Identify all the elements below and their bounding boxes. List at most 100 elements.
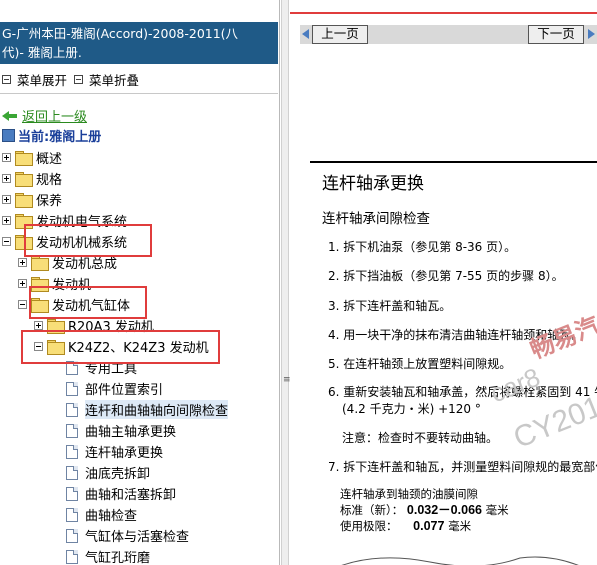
step-7: 7. 拆下连杆盖和轴瓦，并测量塑料间隙规的最宽部位。 <box>328 460 597 474</box>
tree-item-label: 气缸体与活塞检查 <box>85 530 190 545</box>
tree-item-label: 规格 <box>36 173 63 188</box>
menu-toolbar: 菜单展开 菜单折叠 <box>0 64 278 94</box>
folder-icon <box>15 172 33 187</box>
tree-item-label: 连杆轴承更换 <box>85 446 164 461</box>
tree-item-block-piston-check[interactable]: 气缸体与活塞检查 <box>66 525 189 546</box>
section-title: 连杆轴承更换 <box>322 174 424 194</box>
back-arrow-icon <box>2 110 18 122</box>
navigation-panel: G-广州本田-雅阁(Accord)-2008-2011(八 代)- 雅阁上册. … <box>0 0 280 565</box>
back-link-row[interactable]: 返回上一级 <box>2 105 87 126</box>
spec-standard-label: 标准（新）： <box>340 503 404 517</box>
tree-item-engine-assembly[interactable]: 发动机总成 <box>18 252 117 273</box>
prev-page-button[interactable]: 上一页 <box>312 25 368 44</box>
back-link[interactable]: 返回上一级 <box>22 106 87 125</box>
tree-item-bore-honing[interactable]: 气缸孔珩磨 <box>66 546 150 565</box>
document-panel: 上一页 下一页 连杆轴承更换 连杆轴承间隙检查 1. 拆下机油泵（参见第 8-3… <box>290 0 597 565</box>
folder-open-icon <box>15 235 33 250</box>
spec-standard-row: 标准（新）： 0.032－0.066 毫米 <box>340 502 509 518</box>
tree-item-special-tools[interactable]: 专用工具 <box>66 357 137 378</box>
tree-item-label: 发动机气缸体 <box>52 299 131 314</box>
clearance-spec: 连杆轴承到轴颈的油膜间隙 标准（新）： 0.032－0.066 毫米 使用极限：… <box>340 486 509 534</box>
manual-title-line-1: G-广州本田-雅阁(Accord)-2008-2011(八 <box>2 26 239 41</box>
menu-tree: 返回上一级 当前:雅阁上册 概述 规格 保养 发动机电气系统 发动机机械系统 发… <box>0 100 278 565</box>
expand-menu-label: 菜单展开 <box>17 73 68 88</box>
expand-toggle-icon[interactable] <box>2 153 11 162</box>
collapse-menu-button[interactable]: 菜单折叠 <box>74 70 139 89</box>
tree-item-label: 发动机机械系统 <box>36 236 128 251</box>
tree-item-label: R20A3 发动机 <box>68 320 154 335</box>
tree-item-crank-piston[interactable]: 曲轴和活塞拆卸 <box>66 483 176 504</box>
current-location: 当前:雅阁上册 <box>2 125 101 146</box>
tree-item-label: 发动机 <box>52 278 92 293</box>
expand-toggle-icon[interactable] <box>2 195 11 204</box>
tree-item-label: 部件位置索引 <box>85 383 164 398</box>
prev-arrow-icon[interactable] <box>302 29 309 39</box>
spec-limit-value: 0.077 <box>413 519 445 533</box>
tree-item-engine-mechanical[interactable]: 发动机机械系统 <box>2 231 127 252</box>
tree-item-engine[interactable]: 发动机 <box>18 273 91 294</box>
tree-item-label: 专用工具 <box>85 362 138 377</box>
step-6-torque: (4.2 千克力・米) +120 ° <box>342 402 481 416</box>
document-icon <box>66 528 78 543</box>
tree-item-label: 发动机电气系统 <box>36 215 128 230</box>
expand-toggle-icon[interactable] <box>18 279 27 288</box>
tree-item-label: 发动机总成 <box>52 257 118 272</box>
manual-title-line-2: 代)- 雅阁上册. <box>2 45 82 60</box>
manual-title-bar: G-广州本田-雅阁(Accord)-2008-2011(八 代)- 雅阁上册. <box>0 22 278 64</box>
tree-item-r20a3[interactable]: R20A3 发动机 <box>34 315 154 336</box>
book-icon <box>2 129 15 142</box>
folder-open-icon <box>31 298 49 313</box>
tree-item-label: 保养 <box>36 194 63 209</box>
spec-limit-unit: 毫米 <box>448 519 472 533</box>
tree-item-rod-crank-clearance[interactable]: 连杆和曲轴轴向间隙检查 <box>66 399 229 420</box>
tree-item-oil-pan[interactable]: 油底壳拆卸 <box>66 462 150 483</box>
manual-page: 连杆轴承更换 连杆轴承间隙检查 1. 拆下机油泵（参见第 8-36 页）。 2.… <box>290 58 597 565</box>
tree-item-label: 气缸孔珩磨 <box>85 551 151 565</box>
tree-item-overview[interactable]: 概述 <box>2 147 62 168</box>
collapse-toggle-icon[interactable] <box>34 342 43 351</box>
step-6: 6. 重新安装轴瓦和轴承盖，然后将螺栓紧固到 41 牛 <box>328 385 597 399</box>
spec-standard-value: 0.032－0.066 <box>406 503 482 517</box>
spec-standard-unit: 毫米 <box>485 503 509 517</box>
spec-heading: 连杆轴承到轴颈的油膜间隙 <box>340 487 478 501</box>
tree-item-crank-inspection[interactable]: 曲轴检查 <box>66 504 137 525</box>
expand-toggle-icon[interactable] <box>2 174 11 183</box>
next-arrow-icon[interactable] <box>588 29 595 39</box>
expand-icon <box>2 75 11 84</box>
collapse-icon <box>74 75 83 84</box>
tree-item-maintenance[interactable]: 保养 <box>2 189 62 210</box>
step-4: 4. 用一块干净的抹布清洁曲轴连杆轴颈和轴瓦。 <box>328 328 584 342</box>
expand-toggle-icon[interactable] <box>18 258 27 267</box>
tree-item-main-bearing[interactable]: 曲轴主轴承更换 <box>66 420 176 441</box>
document-icon <box>66 444 78 459</box>
expand-toggle-icon[interactable] <box>2 216 11 225</box>
folder-icon <box>15 193 33 208</box>
step-3: 3. 拆下连杆盖和轴瓦。 <box>328 299 452 313</box>
tree-item-k24z2-k24z3[interactable]: K24Z2、K24Z3 发动机 <box>34 336 209 357</box>
expand-toggle-icon[interactable] <box>34 321 43 330</box>
tree-item-label: K24Z2、K24Z3 发动机 <box>68 341 209 356</box>
top-strip <box>0 0 279 22</box>
section-rule <box>310 161 597 163</box>
tree-item-rod-bearing[interactable]: 连杆轴承更换 <box>66 441 163 462</box>
tree-item-engine-block[interactable]: 发动机气缸体 <box>18 294 130 315</box>
collapse-toggle-icon[interactable] <box>2 237 11 246</box>
tree-item-engine-electrical[interactable]: 发动机电气系统 <box>2 210 127 231</box>
tree-item-component-index[interactable]: 部件位置索引 <box>66 378 163 399</box>
expand-menu-button[interactable]: 菜单展开 <box>2 70 67 89</box>
next-page-button[interactable]: 下一页 <box>528 25 584 44</box>
collapse-toggle-icon[interactable] <box>18 300 27 309</box>
section-subtitle: 连杆轴承间隙检查 <box>322 211 430 227</box>
spec-limit-label: 使用极限： <box>340 519 398 533</box>
document-icon <box>66 381 78 396</box>
tree-item-label: 曲轴检查 <box>85 509 138 524</box>
folder-icon <box>15 214 33 229</box>
document-icon <box>66 360 78 375</box>
document-icon <box>66 465 78 480</box>
tree-item-label: 连杆和曲轴轴向间隙检查 <box>85 400 229 419</box>
tree-item-specs[interactable]: 规格 <box>2 168 62 189</box>
current-location-label: 当前:雅阁上册 <box>18 130 102 145</box>
spec-limit-row: 使用极限： 0.077 毫米 <box>340 518 509 534</box>
panel-splitter[interactable]: ≡ <box>281 0 291 565</box>
folder-open-icon <box>47 340 65 355</box>
